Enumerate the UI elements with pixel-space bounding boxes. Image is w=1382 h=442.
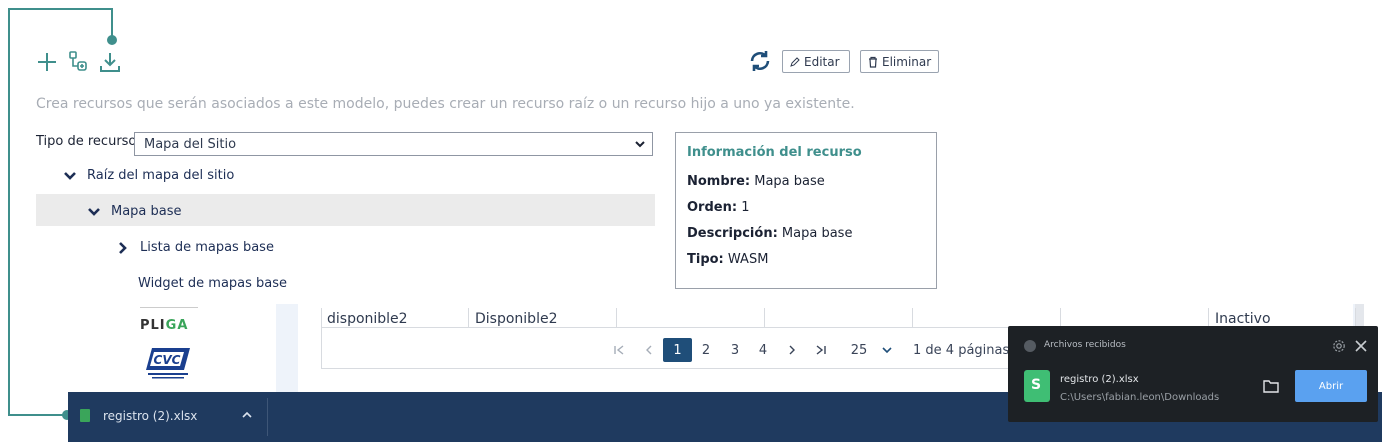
tree-item-label: Widget de mapas base	[138, 276, 288, 291]
notification-file-name: registro (2).xlsx	[1060, 374, 1139, 385]
page-button-1[interactable]: 1	[663, 338, 692, 362]
connector-line	[8, 414, 70, 416]
download-file-label[interactable]: registro (2).xlsx	[103, 409, 197, 423]
table-cell: Disponible2	[469, 308, 617, 327]
tree-item-root[interactable]: Raíz del mapa del sitio	[63, 168, 234, 183]
info-name-label: Nombre:	[687, 174, 751, 189]
first-page-button[interactable]	[610, 338, 628, 362]
tree-item-mapa-base[interactable]: Mapa base	[87, 204, 182, 219]
plus-icon[interactable]	[35, 50, 59, 74]
table-cell: disponible2	[321, 308, 469, 327]
hint-text: Crea recursos que serán asociados a este…	[36, 96, 855, 112]
tree-item-widget[interactable]: Widget de mapas base	[138, 276, 287, 291]
page-button-3[interactable]: 3	[725, 338, 745, 362]
info-order-value: 1	[741, 200, 750, 215]
tree-item-label: Mapa base	[111, 204, 182, 219]
edit-label: Editar	[804, 54, 840, 69]
resource-info-panel: Información del recurso Nombre: Mapa bas…	[675, 132, 937, 289]
info-desc-label: Descripción:	[687, 226, 778, 241]
notification-file-path: C:\Users\fabian.leon\Downloads	[1060, 392, 1220, 403]
refresh-icon[interactable]	[748, 49, 772, 73]
tree-item-label: Lista de mapas base	[140, 240, 274, 255]
first-page-icon	[614, 345, 624, 355]
pencil-icon	[790, 56, 800, 67]
tree-item-label: Raíz del mapa del sitio	[87, 168, 235, 183]
info-order: Orden: 1	[687, 200, 925, 215]
connector-line	[8, 8, 10, 416]
chevron-left-icon	[646, 345, 652, 355]
chevron-right-icon	[789, 345, 795, 355]
info-order-label: Orden:	[687, 200, 738, 215]
page-size-select[interactable]: 25	[848, 338, 870, 362]
tree-item-lista-mapas[interactable]: Lista de mapas base	[116, 240, 274, 255]
info-type-value: WASM	[727, 252, 769, 267]
chevron-down-icon[interactable]	[87, 205, 101, 219]
table-cell: Inactivo	[1215, 311, 1271, 327]
chevron-right-icon[interactable]	[116, 241, 130, 255]
connector-dot	[107, 35, 117, 45]
info-type-label: Tipo:	[687, 252, 724, 267]
logo-divider	[140, 307, 198, 308]
info-description: Descripción: Mapa base	[687, 226, 925, 241]
taskbar-separator	[267, 398, 268, 436]
last-page-button[interactable]	[812, 338, 830, 362]
last-page-icon	[816, 345, 826, 355]
cvc-logo: CVC	[146, 348, 190, 379]
table-cell	[913, 308, 1061, 327]
pliga-logo-text: PLI	[140, 318, 166, 333]
info-desc-value: Mapa base	[781, 226, 853, 241]
resource-type-select[interactable]: Mapa del Sitio	[134, 132, 653, 156]
edit-button[interactable]: Editar	[782, 50, 850, 73]
spreadsheet-file-icon: S	[1024, 370, 1050, 402]
spreadsheet-file-icon	[80, 409, 90, 422]
chevron-up-icon[interactable]	[242, 410, 252, 420]
pliga-logo: PLIGA	[140, 318, 188, 333]
chevron-down-icon	[882, 347, 892, 354]
resource-type-label: Tipo de recurso:	[36, 134, 141, 149]
trash-icon	[869, 56, 877, 68]
close-icon[interactable]	[1354, 339, 1368, 353]
chevron-down-icon[interactable]	[63, 169, 77, 183]
cvc-logo-text: CVC	[154, 353, 181, 367]
table-cell	[765, 308, 913, 327]
download-icon[interactable]	[98, 50, 122, 74]
info-name-value: Mapa base	[754, 174, 825, 189]
page-button-4[interactable]: 4	[753, 338, 773, 362]
folder-icon[interactable]	[1263, 379, 1279, 393]
hierarchy-icon[interactable]	[67, 50, 91, 74]
table-cell	[1061, 308, 1209, 327]
info-name: Nombre: Mapa base	[687, 174, 925, 189]
chevron-down-icon	[635, 141, 645, 148]
gear-icon[interactable]	[1332, 339, 1346, 353]
page-button-2[interactable]: 2	[696, 338, 716, 362]
open-button[interactable]: Abrir	[1295, 370, 1367, 402]
app-icon	[1024, 340, 1036, 352]
delete-label: Eliminar	[882, 54, 932, 69]
table-cell	[617, 308, 765, 327]
file-icon-letter: S	[1031, 377, 1042, 393]
delete-button[interactable]: Eliminar	[860, 50, 939, 73]
next-page-button[interactable]	[783, 338, 801, 362]
page-size-dropdown[interactable]	[878, 338, 896, 362]
notification-title: Archivos recibidos	[1044, 340, 1126, 350]
info-type: Tipo: WASM	[687, 252, 925, 267]
prev-page-button[interactable]	[640, 338, 658, 362]
pliga-logo-accent: GA	[165, 318, 189, 333]
resource-type-value: Mapa del Sitio	[144, 137, 237, 152]
info-title: Información del recurso	[687, 145, 862, 160]
connector-line	[8, 8, 113, 10]
